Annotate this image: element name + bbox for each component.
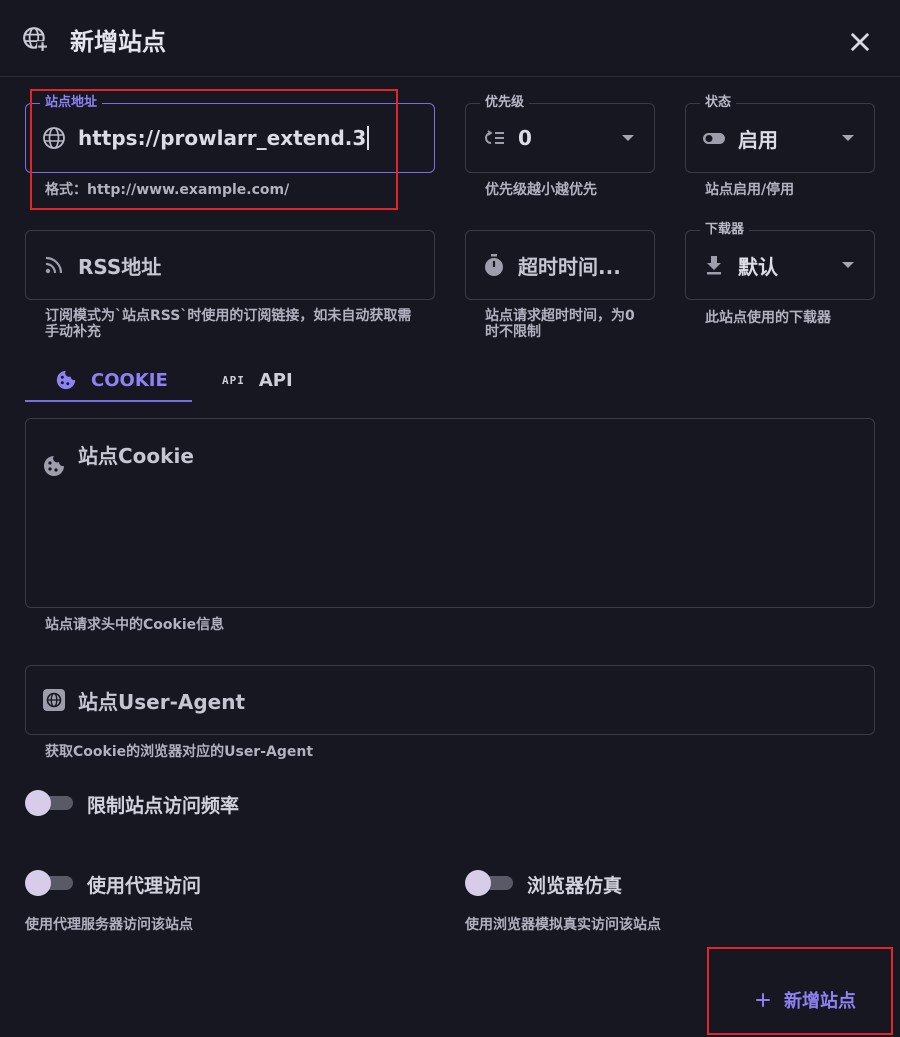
proxy-label: 使用代理访问 bbox=[87, 875, 202, 897]
rss-field[interactable]: RSS地址 bbox=[25, 230, 435, 300]
globe-icon bbox=[43, 127, 65, 149]
status-select[interactable]: 状态 启用 bbox=[685, 95, 875, 173]
proxy-toggle[interactable] bbox=[25, 870, 73, 896]
text-cursor bbox=[367, 126, 369, 150]
browser-emulation-toggle[interactable] bbox=[465, 870, 513, 896]
browser-emulation-label: 浏览器仿真 bbox=[527, 875, 623, 897]
dialog-title: 新增站点 bbox=[70, 28, 166, 56]
timeout-hint: 站点请求超时时间，为0时不限制 bbox=[485, 308, 635, 340]
rss-placeholder: RSS地址 bbox=[78, 254, 162, 279]
cookie-icon bbox=[44, 456, 64, 476]
priority-hint: 优先级越小越优先 bbox=[485, 182, 597, 198]
status-value: 启用 bbox=[738, 127, 778, 152]
tab-indicator bbox=[25, 400, 192, 402]
toggle-knob bbox=[465, 870, 491, 896]
chevron-down-icon bbox=[842, 135, 854, 141]
downloader-select[interactable]: 下载器 默认 bbox=[685, 222, 875, 300]
timeout-placeholder: 超时时间... bbox=[518, 254, 621, 279]
url-input[interactable]: https://prowlarr_extend.3 bbox=[78, 126, 366, 150]
url-hint: 格式：http://www.example.com/ bbox=[45, 182, 290, 198]
tab-cookie-label: COOKIE bbox=[91, 369, 168, 391]
cookie-placeholder: 站点Cookie bbox=[78, 443, 194, 468]
priority-list-icon bbox=[485, 130, 504, 144]
user-agent-hint: 获取Cookie的浏览器对应的User-Agent bbox=[45, 744, 314, 760]
timeout-field[interactable]: 超时时间... bbox=[465, 230, 655, 300]
api-icon: API bbox=[222, 373, 245, 387]
add-site-button[interactable]: 新增站点 bbox=[744, 980, 866, 1020]
cookie-hint: 站点请求头中的Cookie信息 bbox=[45, 617, 225, 633]
cookie-textarea[interactable]: 站点Cookie bbox=[25, 418, 875, 608]
browser-emulation-hint: 使用浏览器模拟真实访问该站点 bbox=[465, 917, 661, 933]
chevron-down-icon bbox=[622, 135, 634, 141]
status-label: 状态 bbox=[700, 95, 737, 111]
close-icon[interactable] bbox=[846, 28, 874, 56]
status-hint: 站点启用/停用 bbox=[705, 182, 795, 198]
cookie-icon bbox=[56, 370, 76, 390]
header-divider bbox=[0, 76, 900, 77]
url-field[interactable]: 站点地址 https://prowlarr_extend.3 bbox=[25, 95, 435, 173]
rss-icon bbox=[45, 256, 63, 274]
add-site-label: 新增站点 bbox=[784, 991, 856, 1012]
downloader-hint: 此站点使用的下载器 bbox=[705, 310, 831, 326]
proxy-hint: 使用代理服务器访问该站点 bbox=[25, 917, 193, 933]
tab-cookie[interactable]: COOKIE bbox=[55, 358, 168, 402]
browser-icon bbox=[43, 689, 65, 711]
timer-icon bbox=[485, 254, 503, 276]
limit-rate-toggle[interactable] bbox=[25, 790, 73, 816]
web-add-icon bbox=[23, 27, 48, 52]
priority-value: 0 bbox=[518, 126, 532, 150]
user-agent-field[interactable]: 站点User-Agent bbox=[25, 665, 875, 735]
user-agent-placeholder: 站点User-Agent bbox=[78, 689, 246, 714]
toggle-knob bbox=[25, 870, 51, 896]
downloader-value: 默认 bbox=[738, 254, 778, 279]
toggle-knob bbox=[25, 790, 51, 816]
toggle-icon bbox=[703, 133, 725, 144]
tab-api-label: API bbox=[258, 369, 293, 391]
rss-hint: 订阅模式为`站点RSS`时使用的订阅链接，如未自动获取需手动补充 bbox=[45, 308, 412, 340]
priority-select[interactable]: 优先级 0 bbox=[465, 95, 655, 173]
plus-icon bbox=[756, 993, 770, 1007]
limit-rate-label: 限制站点访问频率 bbox=[87, 795, 240, 817]
download-icon bbox=[707, 256, 721, 275]
tab-api[interactable]: API API bbox=[222, 358, 293, 402]
chevron-down-icon bbox=[842, 262, 854, 268]
